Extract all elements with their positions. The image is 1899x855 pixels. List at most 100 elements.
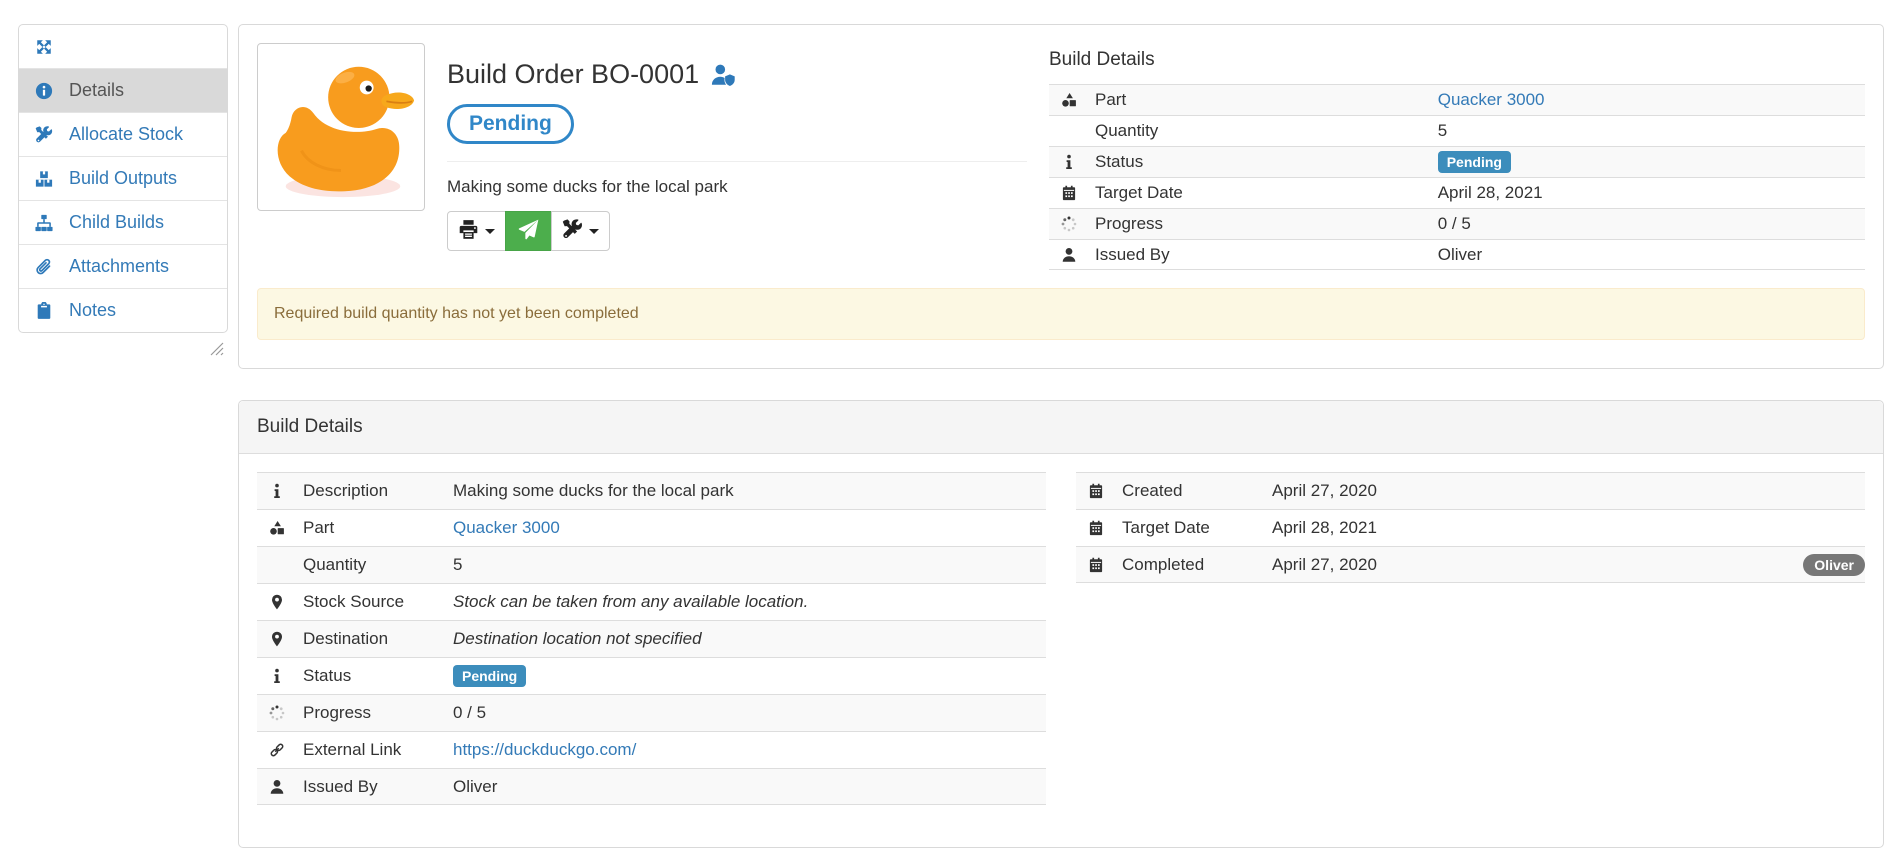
- table-row: Target DateApril 28, 2021: [1049, 177, 1865, 208]
- row-label: Stock Source: [303, 592, 453, 612]
- table-row: StatusPending: [1049, 146, 1865, 177]
- sidebar-item-label: Details: [69, 80, 124, 101]
- sidebar-item-label: Attachments: [69, 256, 169, 277]
- table-row: Quantity5: [1049, 115, 1865, 146]
- link-icon: [257, 742, 303, 758]
- sitemap-icon: [34, 213, 54, 233]
- sidebar-item-build-outputs[interactable]: Build Outputs: [19, 156, 227, 200]
- row-label: Progress: [303, 703, 453, 723]
- table-row: Progress0 / 5: [1049, 208, 1865, 239]
- row-label: Quantity: [1095, 121, 1438, 141]
- print-button[interactable]: [447, 211, 506, 251]
- rubber-duck-image: [262, 48, 420, 206]
- status-badge: Pending: [1438, 151, 1511, 173]
- table-row: External Linkhttps://duckduckgo.com/: [257, 731, 1046, 768]
- spinner-icon: [257, 705, 303, 721]
- sidebar-nav: Details Allocate Stock Build Outputs Child …: [18, 24, 228, 333]
- row-label: Part: [1095, 90, 1438, 110]
- info-icon: [257, 668, 303, 684]
- build-order-page: Details Allocate Stock Build Outputs Child …: [0, 0, 1899, 855]
- sidebar-item-label: Notes: [69, 300, 116, 321]
- sidebar-item-child-builds[interactable]: Child Builds: [19, 200, 227, 244]
- row-label: Issued By: [303, 777, 453, 797]
- table-row: DescriptionMaking some ducks for the loc…: [257, 472, 1046, 509]
- summary-details-title: Build Details: [1049, 49, 1865, 71]
- caret-down-icon: [485, 229, 495, 234]
- part-thumbnail-image[interactable]: [257, 43, 425, 211]
- row-label: Status: [1095, 152, 1438, 172]
- row-label: Progress: [1095, 214, 1438, 234]
- table-row: CreatedApril 27, 2020: [1076, 472, 1865, 509]
- row-value: Making some ducks for the local park: [453, 481, 1046, 501]
- row-value: 5: [1438, 121, 1865, 141]
- user-icon: [257, 779, 303, 795]
- build-details-right-table: CreatedApril 27, 2020Target DateApril 28…: [1076, 472, 1865, 583]
- row-label: External Link: [303, 740, 453, 760]
- sidebar-expand-button[interactable]: [19, 25, 227, 68]
- row-value: Pending: [1438, 151, 1865, 173]
- shapes-icon: [1049, 92, 1095, 108]
- header-row: Build Order BO-0001 Pending Making some …: [257, 43, 1865, 270]
- build-details-panel-heading: Build Details: [239, 401, 1883, 454]
- sidebar-item-details[interactable]: Details: [19, 68, 227, 112]
- table-row: CompletedApril 27, 2020Oliver: [1076, 546, 1865, 583]
- sidebar-item-label: Build Outputs: [69, 168, 177, 189]
- sidebar-item-attachments[interactable]: Attachments: [19, 244, 227, 288]
- summary-details-table: PartQuacker 3000Quantity5StatusPendingTa…: [1049, 84, 1865, 270]
- paperclip-icon: [34, 257, 54, 277]
- build-details-panel-body: DescriptionMaking some ducks for the loc…: [239, 454, 1883, 847]
- row-value-link[interactable]: Quacker 3000: [453, 518, 560, 537]
- summary-details: Build Details PartQuacker 3000Quantity5S…: [1049, 43, 1865, 270]
- spinner-icon: [1049, 216, 1095, 232]
- row-label: Completed: [1122, 555, 1272, 575]
- status-badge: Pending: [453, 665, 526, 687]
- row-value: April 28, 2021: [1272, 518, 1865, 538]
- map-marker-icon: [257, 631, 303, 647]
- row-label: Quantity: [303, 555, 453, 575]
- table-row: StatusPending: [257, 657, 1046, 694]
- expand-arrows-icon: [34, 37, 54, 57]
- row-value: 0 / 5: [1438, 214, 1865, 234]
- calendar-icon: [1076, 557, 1122, 573]
- row-label: Destination: [303, 629, 453, 649]
- sidebar-resize-handle[interactable]: [210, 342, 224, 356]
- info-circle-icon: [34, 81, 54, 101]
- table-row: Stock SourceStock can be taken from any …: [257, 583, 1046, 620]
- row-label: Created: [1122, 481, 1272, 501]
- row-value-link[interactable]: Quacker 3000: [1438, 90, 1545, 109]
- paper-plane-icon: [518, 219, 539, 243]
- row-value: April 27, 2020: [1272, 481, 1865, 501]
- sidebar-item-label: Child Builds: [69, 212, 164, 233]
- row-value: 0 / 5: [453, 703, 1046, 723]
- row-value: Pending: [453, 665, 1046, 687]
- info-icon: [1049, 154, 1095, 170]
- sidebar-item-label: Allocate Stock: [69, 124, 183, 145]
- table-row: Issued ByOliver: [1049, 239, 1865, 270]
- row-label: Status: [303, 666, 453, 686]
- row-value: Stock can be taken from any available lo…: [453, 592, 1046, 612]
- user-tag-badge: Oliver: [1803, 554, 1865, 576]
- user-icon: [1049, 247, 1095, 263]
- build-details-left-table: DescriptionMaking some ducks for the loc…: [257, 472, 1046, 805]
- table-row: Target DateApril 28, 2021: [1076, 509, 1865, 546]
- status-outline-badge: Pending: [447, 104, 574, 144]
- sidebar-item-allocate-stock[interactable]: Allocate Stock: [19, 112, 227, 156]
- build-details-panel-title: Build Details: [257, 416, 1865, 438]
- calendar-icon: [1076, 520, 1122, 536]
- user-shield-icon: [711, 63, 735, 87]
- tools-icon: [562, 219, 583, 243]
- printer-icon: [458, 219, 479, 243]
- send-button[interactable]: [505, 211, 552, 251]
- row-value-link[interactable]: https://duckduckgo.com/: [453, 740, 636, 759]
- build-actions-button[interactable]: [551, 211, 610, 251]
- divider: [447, 161, 1027, 162]
- table-row: PartQuacker 3000: [1049, 84, 1865, 115]
- row-value: 5: [453, 555, 1046, 575]
- shapes-icon: [257, 520, 303, 536]
- page-title-text: Build Order BO-0001: [447, 59, 699, 90]
- row-label: Target Date: [1122, 518, 1272, 538]
- row-value: April 27, 2020: [1272, 555, 1803, 575]
- calendar-icon: [1049, 185, 1095, 201]
- sidebar-item-notes[interactable]: Notes: [19, 288, 227, 332]
- main-content: Build Order BO-0001 Pending Making some …: [238, 24, 1884, 848]
